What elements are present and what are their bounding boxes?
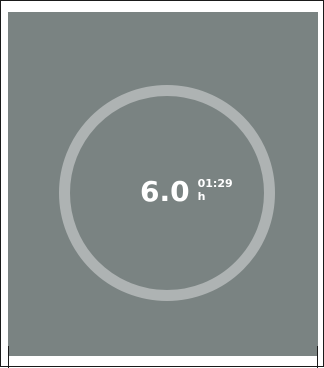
duration-unit: h — [197, 190, 206, 203]
time-value: 01:29 — [197, 177, 233, 190]
readout-side: 01:29 h — [198, 170, 233, 203]
app-frame: 6.0 01:29 h — [0, 0, 324, 368]
duration-value: 6.0 — [140, 175, 190, 208]
frame-left-edge — [8, 346, 9, 368]
frame-right-edge — [317, 346, 318, 368]
readout: 6.0 01:29 h — [140, 170, 233, 214]
